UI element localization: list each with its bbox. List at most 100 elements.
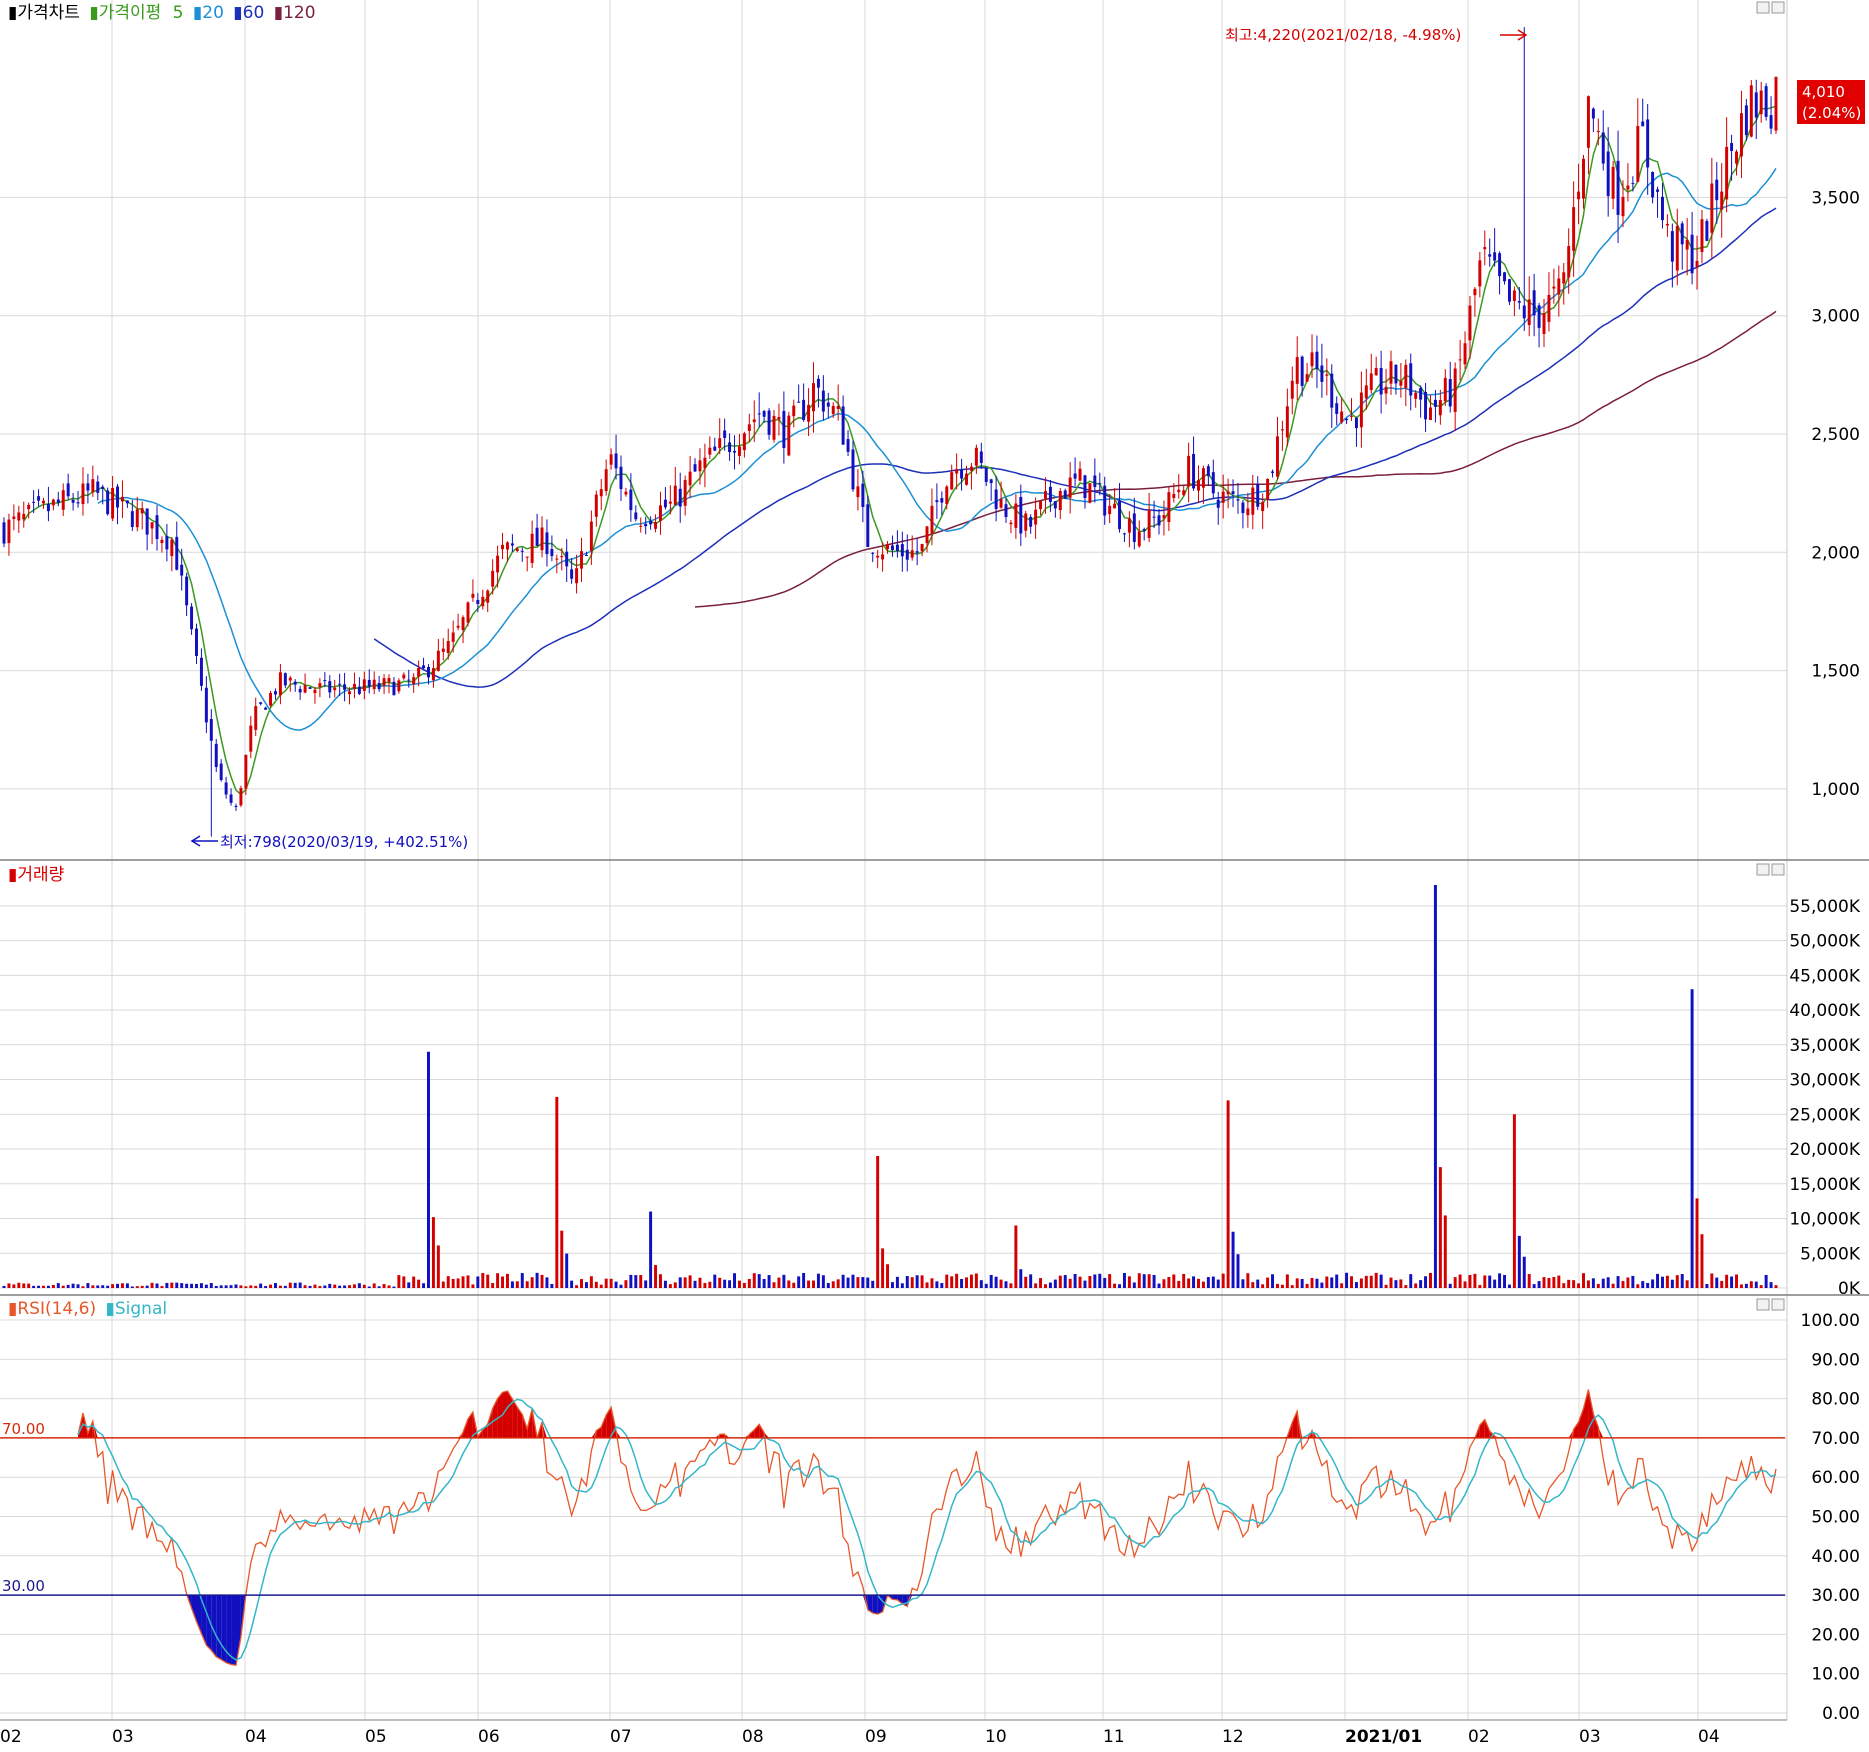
volume-bar xyxy=(1424,1276,1428,1288)
candle-body xyxy=(545,532,549,555)
candle-body xyxy=(1695,260,1699,268)
candle-body xyxy=(683,480,687,506)
minimize-icon[interactable] xyxy=(1756,863,1770,876)
candle-body xyxy=(905,549,909,560)
rsi-oversold-fill xyxy=(221,1595,227,1663)
candle-body xyxy=(1739,113,1743,157)
minimize-icon[interactable] xyxy=(1756,1,1770,14)
candle-body xyxy=(1429,407,1432,420)
y-tick-label: 100.00 xyxy=(1801,1311,1860,1331)
volume-bar xyxy=(76,1284,80,1288)
candle-body xyxy=(1231,491,1235,494)
volume-bar xyxy=(185,1283,189,1288)
x-tick-label: 05 xyxy=(365,1727,387,1747)
x-tick-label: 07 xyxy=(610,1727,632,1747)
candle-body xyxy=(1675,226,1679,271)
candle-body xyxy=(1754,92,1758,118)
candle-body xyxy=(431,668,435,681)
candle-body xyxy=(1039,501,1043,510)
candle-body xyxy=(362,679,366,691)
volume-bar xyxy=(1463,1281,1467,1288)
candle-body xyxy=(2,522,6,544)
candle-body xyxy=(1063,490,1067,499)
volume-bar xyxy=(461,1276,465,1288)
candle-body xyxy=(881,554,885,560)
candle-body xyxy=(742,433,746,451)
volume-bar xyxy=(969,1274,973,1288)
volume-bar xyxy=(1345,1272,1349,1288)
legend-ma120: 120 xyxy=(283,3,315,23)
candle-body xyxy=(1503,272,1507,282)
candle-body xyxy=(950,472,954,490)
rsi-upper-label: 70.00 xyxy=(2,1420,45,1438)
x-tick-label: 04 xyxy=(1698,1727,1720,1747)
volume-bar xyxy=(530,1277,534,1288)
volume-bar xyxy=(881,1248,885,1288)
candle-body xyxy=(1685,239,1689,250)
candle-body xyxy=(1537,305,1541,328)
volume-bar xyxy=(412,1276,416,1288)
close-icon[interactable] xyxy=(1771,863,1785,876)
candle-body xyxy=(155,515,159,539)
volume-bar xyxy=(288,1282,292,1288)
volume-bar xyxy=(1157,1283,1161,1288)
volume-bar xyxy=(905,1276,909,1288)
volume-bar xyxy=(456,1278,460,1288)
candle-body xyxy=(663,499,667,508)
volume-bar xyxy=(683,1277,687,1288)
volume-bar xyxy=(797,1276,801,1288)
candle-body xyxy=(930,505,934,534)
candle-body xyxy=(555,558,559,560)
y-tick-label: 90.00 xyxy=(1811,1350,1860,1370)
candle-body xyxy=(757,413,761,415)
candle-body xyxy=(422,665,426,669)
candle-body xyxy=(1606,151,1610,197)
volume-bar xyxy=(1004,1281,1008,1288)
candle-body xyxy=(767,410,771,435)
candle-body xyxy=(1384,386,1388,394)
candle-body xyxy=(1261,501,1265,512)
volume-bar xyxy=(318,1286,322,1288)
candle-body xyxy=(1024,513,1028,531)
candle-body xyxy=(1118,501,1122,530)
volume-bar xyxy=(580,1279,583,1288)
volume-bar xyxy=(343,1285,347,1288)
volume-bar xyxy=(777,1277,781,1288)
candle-body xyxy=(1290,380,1294,399)
volume-bar xyxy=(1024,1276,1028,1288)
stock-chart-svg[interactable]: ▮가격차트 ▮가격이평 5 ▮20 ▮60 ▮120 1,000 1,500 2,0… xyxy=(0,0,1869,1748)
volume-bar xyxy=(91,1285,95,1288)
candle-body xyxy=(249,725,253,752)
volume-bar xyxy=(1019,1269,1023,1288)
candle-body xyxy=(792,405,796,417)
candle-body xyxy=(1162,515,1166,519)
candle-body xyxy=(1433,399,1437,407)
candle-body xyxy=(111,487,115,519)
candle-body xyxy=(446,641,450,654)
candle-body xyxy=(1157,515,1161,526)
candle-body xyxy=(1512,290,1516,301)
volume-bar xyxy=(1498,1273,1502,1288)
volume-bar xyxy=(22,1283,26,1288)
volume-bar xyxy=(1591,1278,1595,1288)
candle-body xyxy=(1730,143,1734,151)
close-icon[interactable] xyxy=(1771,1,1785,14)
volume-bar xyxy=(1493,1279,1497,1288)
last-price: 4,010 xyxy=(1802,83,1845,101)
candle-body xyxy=(1271,471,1275,473)
close-icon[interactable] xyxy=(1771,1298,1785,1311)
volume-bar xyxy=(1063,1275,1067,1288)
candle-body xyxy=(160,539,164,544)
volume-bar xyxy=(1710,1273,1714,1288)
volume-bar xyxy=(96,1285,100,1288)
candle-body xyxy=(1567,246,1571,278)
volume-bar xyxy=(269,1284,273,1288)
volume-bar xyxy=(46,1285,50,1288)
volume-bar xyxy=(1088,1276,1092,1288)
candle-body xyxy=(1058,490,1062,511)
candle-body xyxy=(1458,359,1462,361)
candle-body xyxy=(46,503,50,512)
volume-bar xyxy=(1014,1225,1018,1288)
minimize-icon[interactable] xyxy=(1756,1298,1770,1311)
candle-body xyxy=(372,679,376,690)
